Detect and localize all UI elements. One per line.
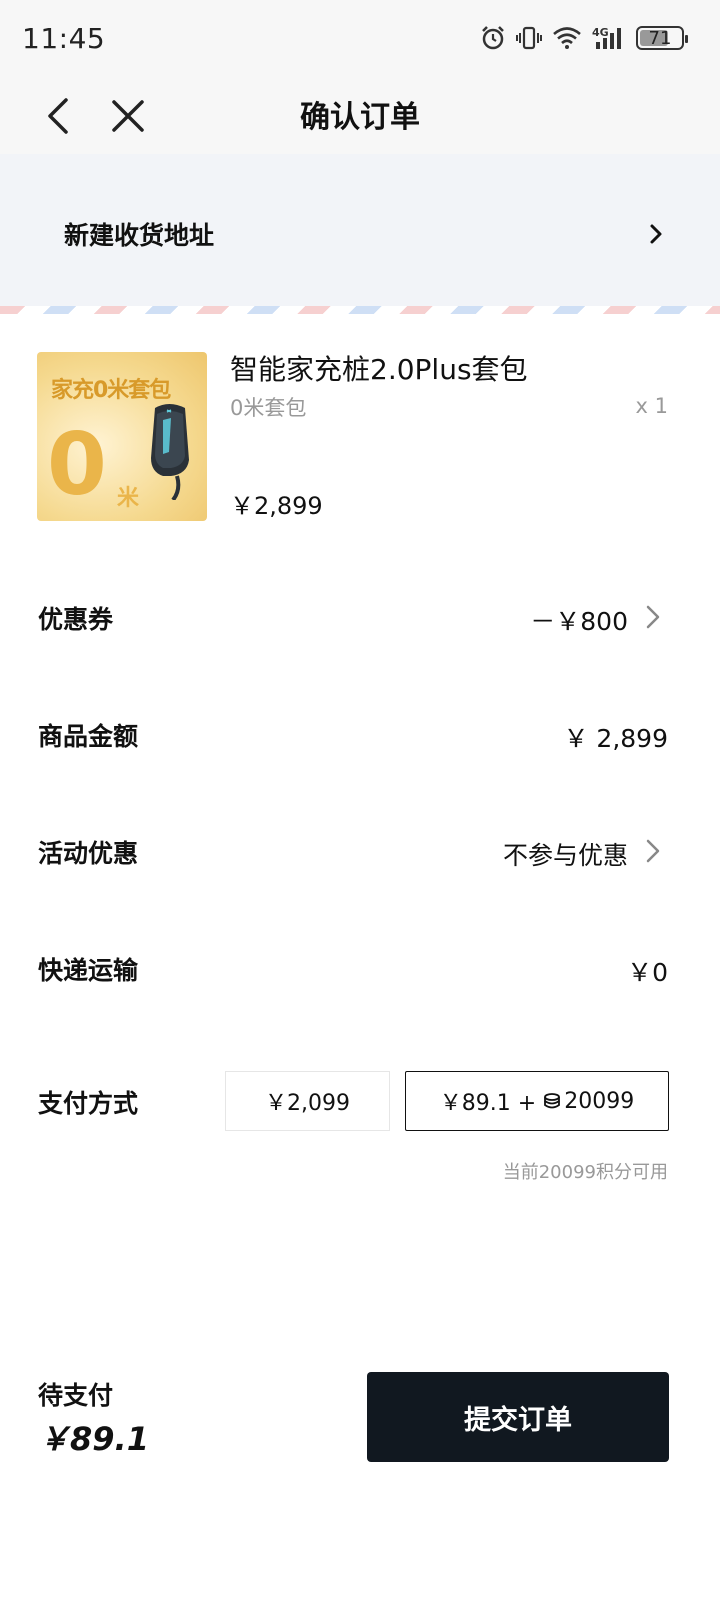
payment-option-points-amount: 20099 — [564, 1088, 635, 1114]
product-price: ￥2,899 — [230, 492, 323, 520]
product-name: 智能家充桩2.0Plus套包 — [230, 353, 528, 386]
pending-payment-amount: ￥89.1 — [38, 1420, 149, 1458]
submit-order-label: 提交订单 — [464, 1404, 572, 1436]
page-title: 确认订单 — [300, 100, 420, 135]
goods-amount-label: 商品金额 — [38, 722, 139, 751]
svg-text:4G: 4G — [592, 26, 609, 39]
coupon-label: 优惠券 — [38, 605, 114, 634]
submit-order-button[interactable]: 提交订单 — [367, 1372, 669, 1462]
payment-option-cash[interactable]: ￥2,099 — [225, 1071, 390, 1131]
payment-option-points[interactable]: ￥89.1 + 20099 — [405, 1071, 669, 1131]
product-image[interactable]: 家充0米套包 0 米 — [37, 352, 207, 521]
points-available-note: 当前20099积分可用 — [502, 1162, 668, 1183]
nav-bar: 确认订单 — [0, 78, 720, 154]
promotion-value: 不参与优惠 — [502, 841, 628, 870]
coupon-value: －￥800 — [530, 607, 628, 636]
wifi-icon — [553, 27, 581, 49]
shipping-label: 快递运输 — [38, 956, 139, 985]
charger-icon — [151, 404, 189, 500]
promotion-label: 活动优惠 — [38, 839, 139, 868]
points-coin-icon — [544, 1093, 561, 1109]
product-image-unit: 米 — [117, 486, 140, 511]
new-address-label: 新建收货地址 — [64, 221, 215, 250]
payment-option-points-price: ￥89.1 + — [439, 1091, 537, 1116]
payment-option-cash-label: ￥2,099 — [265, 1091, 350, 1116]
battery-icon: 71 — [636, 26, 688, 50]
product-quantity: x 1 — [635, 394, 668, 418]
envelope-stripe-divider — [0, 306, 720, 314]
new-address-row[interactable]: 新建收货地址 — [0, 154, 720, 314]
shipping-value: ￥0 — [627, 958, 668, 987]
chevron-right-icon — [646, 605, 660, 629]
alarm-icon — [482, 26, 504, 50]
vibrate-icon — [516, 26, 542, 50]
chevron-right-icon — [650, 224, 662, 244]
status-bar: 11:45 4G 71 — [0, 0, 720, 78]
goods-amount-value: ￥ 2,899 — [563, 724, 668, 753]
payment-method-label: 支付方式 — [38, 1089, 139, 1118]
product-image-big-text: 0 — [47, 415, 107, 515]
chevron-right-icon — [646, 839, 660, 863]
battery-level: 71 — [648, 27, 672, 49]
status-icons: 4G 71 — [480, 22, 688, 54]
status-time: 11:45 — [22, 22, 106, 55]
pending-payment-label: 待支付 — [38, 1381, 114, 1410]
signal-4g-icon: 4G — [592, 26, 621, 49]
product-spec: 0米套包 — [230, 396, 307, 420]
